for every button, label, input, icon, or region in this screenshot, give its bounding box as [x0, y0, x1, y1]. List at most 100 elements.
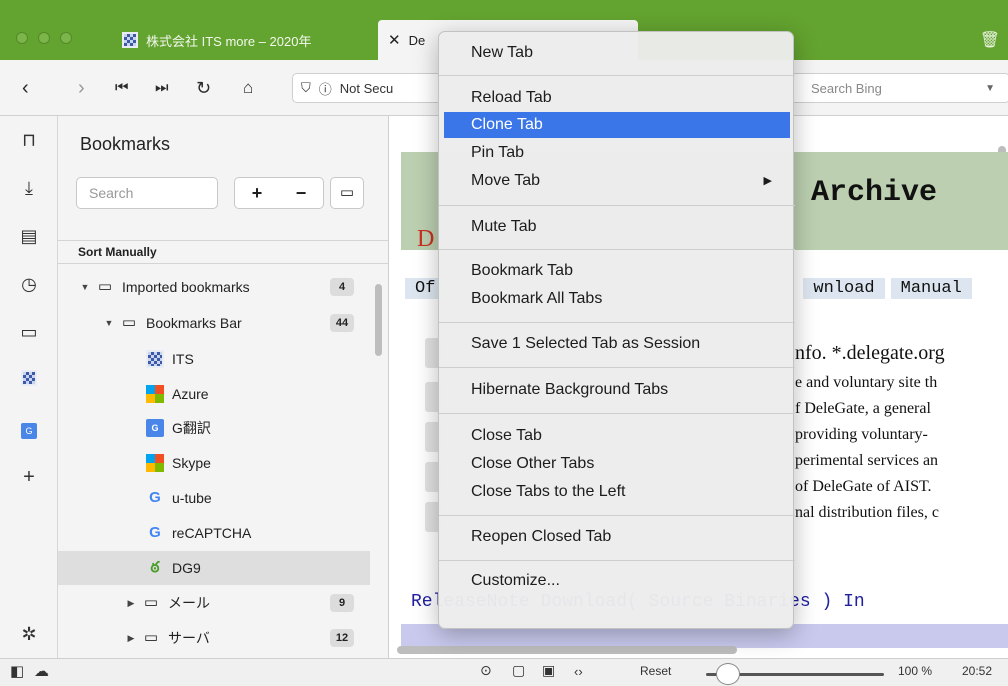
zoom-slider-knob[interactable]	[716, 663, 740, 685]
image-icon[interactable]: ▣	[542, 662, 555, 679]
reload-icon[interactable]: ↻	[196, 74, 211, 102]
bookmark-u-tube[interactable]: G u-tube	[58, 481, 370, 515]
forward-icon[interactable]: ›	[78, 74, 85, 102]
window-panel-icon[interactable]: ▭	[0, 322, 58, 343]
cloud-sync-icon[interactable]: ☁	[34, 662, 49, 680]
home-icon[interactable]: ⌂	[243, 74, 253, 102]
address-bar[interactable]: ⛉ ⓘ Not Secu	[292, 73, 442, 103]
menu-item-bookmark-all-tabs[interactable]: Bookmark All Tabs	[444, 286, 790, 312]
bookmark-label: メール	[168, 595, 210, 611]
menu-item-clone-tab[interactable]: Clone Tab	[444, 112, 790, 138]
new-folder-button[interactable]: ▭	[330, 177, 364, 209]
menu-separator	[439, 560, 795, 561]
bookmark-azure[interactable]: Azure	[58, 377, 370, 411]
bookmark-label: reCAPTCHA	[172, 525, 252, 541]
trash-icon[interactable]: 🗑	[980, 30, 1000, 50]
bookmark-label: u-tube	[172, 490, 212, 506]
search-engine-placeholder: Search Bing	[811, 80, 882, 96]
bookmark-its[interactable]: ITS	[58, 342, 370, 376]
close-icon[interactable]: ✕	[388, 31, 401, 49]
menu-separator	[439, 322, 795, 323]
download-icon[interactable]: ⤓	[0, 178, 58, 199]
menu-item-hibernate[interactable]: Hibernate Background Tabs	[444, 377, 790, 403]
bookmark-label: Imported bookmarks	[122, 279, 250, 295]
settings-icon[interactable]: ✲	[0, 624, 58, 645]
window-zoom-button[interactable]	[60, 32, 72, 44]
shield-icon[interactable]: ⛉	[301, 80, 311, 96]
menu-item-close-other-tabs[interactable]: Close Other Tabs	[444, 451, 790, 477]
content-line: of DeleGate of AIST.	[795, 478, 932, 495]
count-badge: 9	[330, 594, 354, 612]
rewind-icon[interactable]: ⏮	[115, 74, 129, 102]
browser-window: 株式会社 ITS more – 2020年 ✕ De 🗑 ‹ › ⏮ ⏭ ↻ ⌂…	[0, 0, 1008, 686]
info-icon[interactable]: ⓘ	[319, 79, 332, 98]
bookmark-folder-bar[interactable]: ▼ ▭ Bookmarks Bar 44	[58, 306, 370, 340]
bookmark-label: Bookmarks Bar	[146, 315, 242, 331]
content-line: nfo. *.delegate.org	[795, 342, 945, 364]
menu-item-move-tab[interactable]: Move Tab ▶	[444, 168, 790, 194]
toggle-panel-icon[interactable]: ◧	[10, 662, 24, 680]
bookmark-skype[interactable]: Skype	[58, 446, 370, 480]
bookmark-dg9[interactable]: ఠ DG9	[58, 551, 370, 585]
zoom-level: 100 %	[898, 664, 933, 678]
notes-icon[interactable]: ▤	[0, 226, 58, 247]
collapsed-triangle-icon[interactable]: ▶	[124, 598, 138, 609]
bookmark-search-input[interactable]: Search	[76, 177, 218, 209]
qr-favicon-icon	[146, 350, 164, 368]
menu-item-pin-tab[interactable]: Pin Tab	[444, 140, 790, 166]
security-status: Not Secu	[339, 80, 394, 96]
menu-item-reopen-closed[interactable]: Reopen Closed Tab	[444, 524, 790, 550]
menu-item-bookmark-tab[interactable]: Bookmark Tab	[444, 258, 790, 284]
search-field[interactable]: Search Bing ▼	[790, 73, 1008, 103]
translate-webpanel-icon[interactable]: G	[0, 418, 58, 439]
bookmark-icon[interactable]: ⊓	[0, 130, 58, 151]
window-close-button[interactable]	[16, 32, 28, 44]
add-webpanel-icon[interactable]: +	[0, 466, 58, 489]
panel-scrollbar[interactable]	[375, 284, 382, 356]
panel-title: Bookmarks	[80, 134, 171, 154]
window-minimize-button[interactable]	[38, 32, 50, 44]
bookmark-g-translate[interactable]: G G翻訳	[58, 411, 370, 445]
zoom-reset-button[interactable]: Reset	[640, 664, 671, 678]
horizontal-scrollbar[interactable]	[397, 646, 737, 654]
menu-item-close-tab[interactable]: Close Tab	[444, 423, 790, 449]
nav-link[interactable]: Manual	[890, 278, 972, 299]
menu-item-customize[interactable]: Customize...	[444, 568, 790, 594]
panel-strip: ⊓ ⤓ ▤ ◷ ▭ G + ✲	[0, 116, 58, 658]
qr-webpanel-icon[interactable]	[0, 370, 58, 391]
tab-context-menu: New Tab Reload Tab Clone Tab Pin Tab Mov…	[438, 31, 795, 629]
content-line: nal distribution files, c	[795, 504, 939, 521]
bookmark-label: G翻訳	[172, 420, 211, 436]
page-actions-icon[interactable]: ‹›	[574, 664, 583, 679]
bookmark-folder-server[interactable]: ▶ ▭ サーバ 12	[58, 621, 370, 655]
bookmark-recaptcha[interactable]: G reCAPTCHA	[58, 516, 370, 550]
history-icon[interactable]: ◷	[0, 274, 58, 295]
capture-icon[interactable]: ⊙	[480, 662, 492, 679]
back-icon[interactable]: ‹	[22, 74, 29, 102]
sort-header[interactable]: Sort Manually	[58, 240, 389, 264]
fast-forward-icon[interactable]: ⏭	[155, 74, 169, 102]
tiling-icon[interactable]: ▢	[512, 662, 525, 679]
menu-item-new-tab[interactable]: New Tab	[444, 40, 790, 66]
menu-item-mute-tab[interactable]: Mute Tab	[444, 214, 790, 240]
add-remove-group: + −	[234, 177, 324, 209]
menu-item-close-tabs-left[interactable]: Close Tabs to the Left	[444, 479, 790, 505]
content-line: f DeleGate, a general	[795, 400, 931, 417]
status-bar: ◧ ☁ ⊙ ▢ ▣ ‹› Reset 100 % 20:52	[0, 658, 1008, 686]
bookmarks-panel: Bookmarks Search + − ▭ Sort Manually ▼ ▭…	[58, 116, 389, 658]
expanded-triangle-icon[interactable]: ▼	[102, 318, 116, 328]
tab-its-more[interactable]: 株式会社 ITS more – 2020年	[112, 20, 374, 60]
chevron-down-icon[interactable]: ▼	[985, 83, 995, 94]
menu-item-save-session[interactable]: Save 1 Selected Tab as Session	[444, 331, 790, 357]
menu-item-reload-tab[interactable]: Reload Tab	[444, 85, 790, 111]
menu-separator	[439, 249, 795, 250]
tab-title: De	[408, 32, 426, 48]
collapsed-triangle-icon[interactable]: ▶	[124, 633, 138, 644]
bookmark-folder-imported[interactable]: ▼ ▭ Imported bookmarks 4	[58, 270, 370, 304]
expanded-triangle-icon[interactable]: ▼	[78, 282, 92, 292]
bookmark-folder-mail[interactable]: ▶ ▭ メール 9	[58, 586, 370, 620]
add-bookmark-button[interactable]: +	[252, 183, 263, 204]
folder-icon: ▭	[121, 314, 137, 331]
remove-bookmark-button[interactable]: −	[296, 183, 307, 204]
nav-link[interactable]: wnload	[803, 278, 885, 299]
